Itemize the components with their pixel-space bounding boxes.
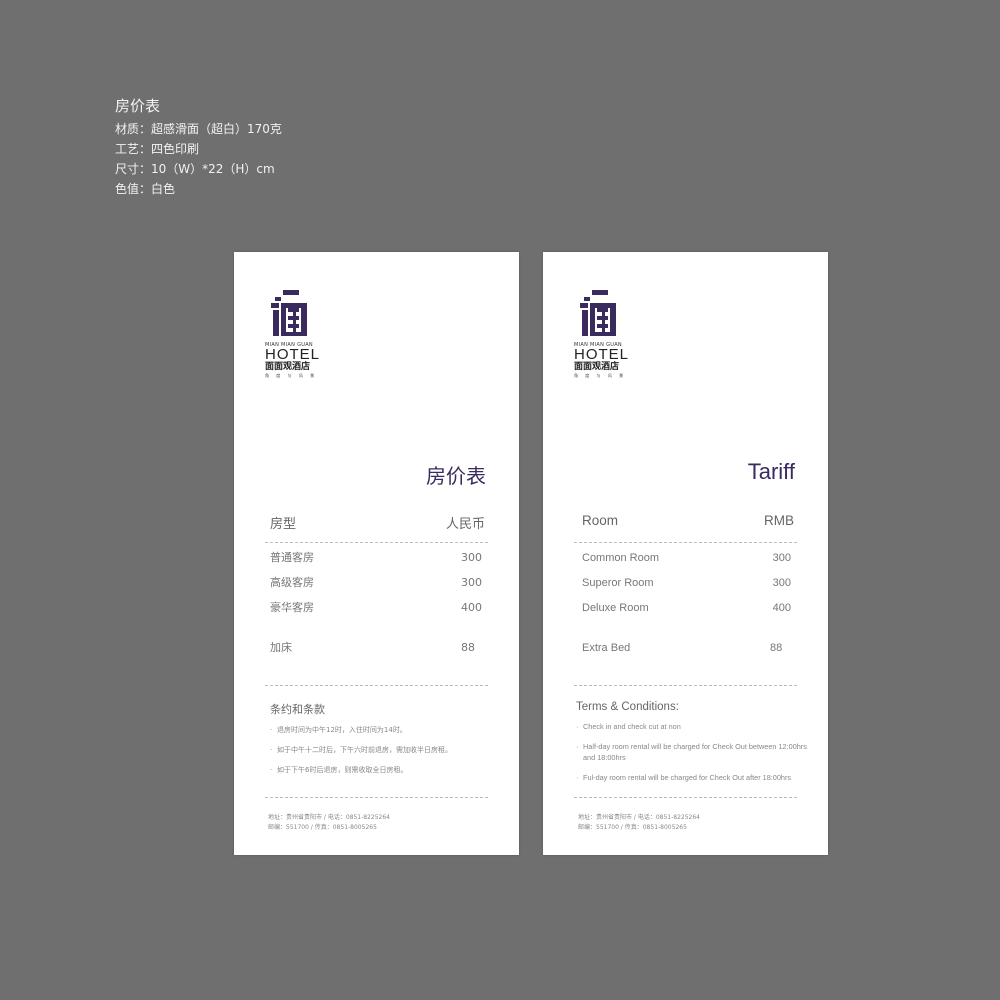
term-item: · 如于下午6时后退房，则需收取全日房租。 xyxy=(270,765,501,776)
rate-row: Common Room 300 xyxy=(582,550,791,575)
term-item: · 退房时间为中午12时，入住时间为14时。 xyxy=(270,725,501,736)
rate-list: Common Room 300 Superor Room 300 Deluxe … xyxy=(582,550,791,665)
terms-section: 条约和条款 · 退房时间为中午12时，入住时间为14时。 · 如于中午十二时后，下午… xyxy=(270,701,501,785)
column-room: 房型 xyxy=(270,517,297,532)
card-heading: Tariff xyxy=(747,459,795,484)
rate-row: 普通客房 300 xyxy=(270,550,482,575)
term-text: Ful-day room rental will be charged for … xyxy=(583,773,792,782)
spec-block: 房价表 材质：超感滑面（超白）170克 工艺：四色印刷 尺寸：10（W）*22（… xyxy=(115,96,282,199)
room-type: 普通客房 xyxy=(270,551,314,564)
extra-bed-price: 88 xyxy=(461,641,475,654)
postcode-fax: 邮编：551700 / 传真：0851-8005265 xyxy=(578,824,687,831)
bullet-icon: · xyxy=(576,722,579,731)
room-price: 300 xyxy=(461,576,482,589)
terms-title: Terms & Conditions: xyxy=(576,701,679,713)
term-item: · Half-day room rental will be charged fo… xyxy=(576,741,810,763)
spec-size: 尺寸：10（W）*22（H）cm xyxy=(115,162,275,176)
bullet-icon: · xyxy=(270,726,273,734)
term-item: · Ful-day room rental will be charged for… xyxy=(576,772,810,783)
divider xyxy=(265,542,488,543)
logo-tagline: 角 度 与 风 景 xyxy=(574,373,627,378)
card-heading: 房价表 xyxy=(426,464,486,488)
hotel-logo: MIAN MIAN GUAN HOTEL 面面观酒店 角 度 与 风 景 xyxy=(574,290,634,379)
room-type: 豪华客房 xyxy=(270,601,314,614)
divider xyxy=(574,685,797,686)
logo-chinese-name: 面面观酒店 xyxy=(574,362,620,372)
table-header: 房型 人民币 xyxy=(270,513,485,532)
room-price: 400 xyxy=(461,601,482,614)
bullet-icon: · xyxy=(576,773,579,782)
term-text: Check in and check cut at non xyxy=(583,722,681,731)
bullet-icon: · xyxy=(576,742,579,751)
logo-chinese-name: 面面观酒店 xyxy=(265,362,311,372)
hotel-logo: MIAN MIAN GUAN HOTEL 面面观酒店 角 度 与 风 景 xyxy=(265,290,325,379)
term-text: 如于下午6时后退房，则需收取全日房租。 xyxy=(277,766,408,774)
room-type: Deluxe Room xyxy=(582,602,649,614)
tariff-card-english: MIAN MIAN GUAN HOTEL 面面观酒店 角 度 与 风 景 Tar… xyxy=(543,252,828,855)
column-price: RMB xyxy=(764,513,794,528)
logo-hotel-text: HOTEL xyxy=(265,346,321,363)
extra-bed-label: 加床 xyxy=(270,641,292,654)
contact-footer: 地址：贵州省贵阳市 / 电话：0851-8225264 邮编：551700 / … xyxy=(268,813,390,833)
room-price: 300 xyxy=(772,552,791,564)
extra-bed-price: 88 xyxy=(770,642,783,654)
logo-tagline: 角 度 与 风 景 xyxy=(265,373,318,378)
term-item: · Check in and check cut at non xyxy=(576,721,810,732)
term-text: 如于中午十二时后，下午六时前退房，需加收半日房租。 xyxy=(277,746,452,754)
rate-row: Deluxe Room 400 xyxy=(582,600,791,625)
rate-list: 普通客房 300 高级客房 300 豪华客房 400 加床 88 xyxy=(270,550,482,665)
spec-material: 材质：超感滑面（超白）170克 xyxy=(115,122,282,136)
room-type: Superor Room xyxy=(582,577,654,589)
mian-logo-icon xyxy=(580,290,616,336)
extra-bed-row: 加床 88 xyxy=(270,640,482,665)
spec-title: 房价表 xyxy=(115,97,161,115)
extra-bed-row: Extra Bed 88 xyxy=(582,640,791,665)
column-room: Room xyxy=(582,513,619,528)
contact-footer: 地址：贵州省贵阳市 / 电话：0851-8225264 邮编：551700 / … xyxy=(578,813,700,833)
rate-row: Superor Room 300 xyxy=(582,575,791,600)
extra-bed-label: Extra Bed xyxy=(582,642,631,654)
rate-row: 高级客房 300 xyxy=(270,575,482,600)
mian-logo-icon xyxy=(271,290,307,336)
tariff-card-chinese: MIAN MIAN GUAN HOTEL 面面观酒店 角 度 与 风 景 房价表… xyxy=(234,252,519,855)
logo-hotel-text: HOTEL xyxy=(574,346,630,363)
bullet-icon: · xyxy=(270,746,273,754)
spec-process: 工艺：四色印刷 xyxy=(115,142,200,156)
room-price: 300 xyxy=(461,551,482,564)
room-price: 300 xyxy=(772,577,791,589)
terms-section: Terms & Conditions: · Check in and check … xyxy=(576,701,810,792)
address-phone: 地址：贵州省贵阳市 / 电话：0851-8225264 xyxy=(578,814,700,821)
rate-row: 豪华客房 400 xyxy=(270,600,482,625)
address-phone: 地址：贵州省贵阳市 / 电话：0851-8225264 xyxy=(268,814,390,821)
term-text: 退房时间为中午12时，入住时间为14时。 xyxy=(277,726,407,734)
room-price: 400 xyxy=(772,602,791,614)
room-type: Common Room xyxy=(582,552,660,564)
table-header: Room RMB xyxy=(582,513,794,528)
divider xyxy=(574,797,797,798)
divider xyxy=(265,685,488,686)
spec-color: 色值：白色 xyxy=(115,182,176,196)
divider xyxy=(574,542,797,543)
bullet-icon: · xyxy=(270,766,273,774)
term-text: Half-day room rental will be charged for… xyxy=(583,742,807,762)
terms-title: 条约和条款 xyxy=(270,703,325,716)
column-price: 人民币 xyxy=(445,517,485,532)
room-type: 高级客房 xyxy=(270,576,314,589)
divider xyxy=(265,797,488,798)
postcode-fax: 邮编：551700 / 传真：0851-8005265 xyxy=(268,824,377,831)
term-item: · 如于中午十二时后，下午六时前退房，需加收半日房租。 xyxy=(270,745,501,756)
